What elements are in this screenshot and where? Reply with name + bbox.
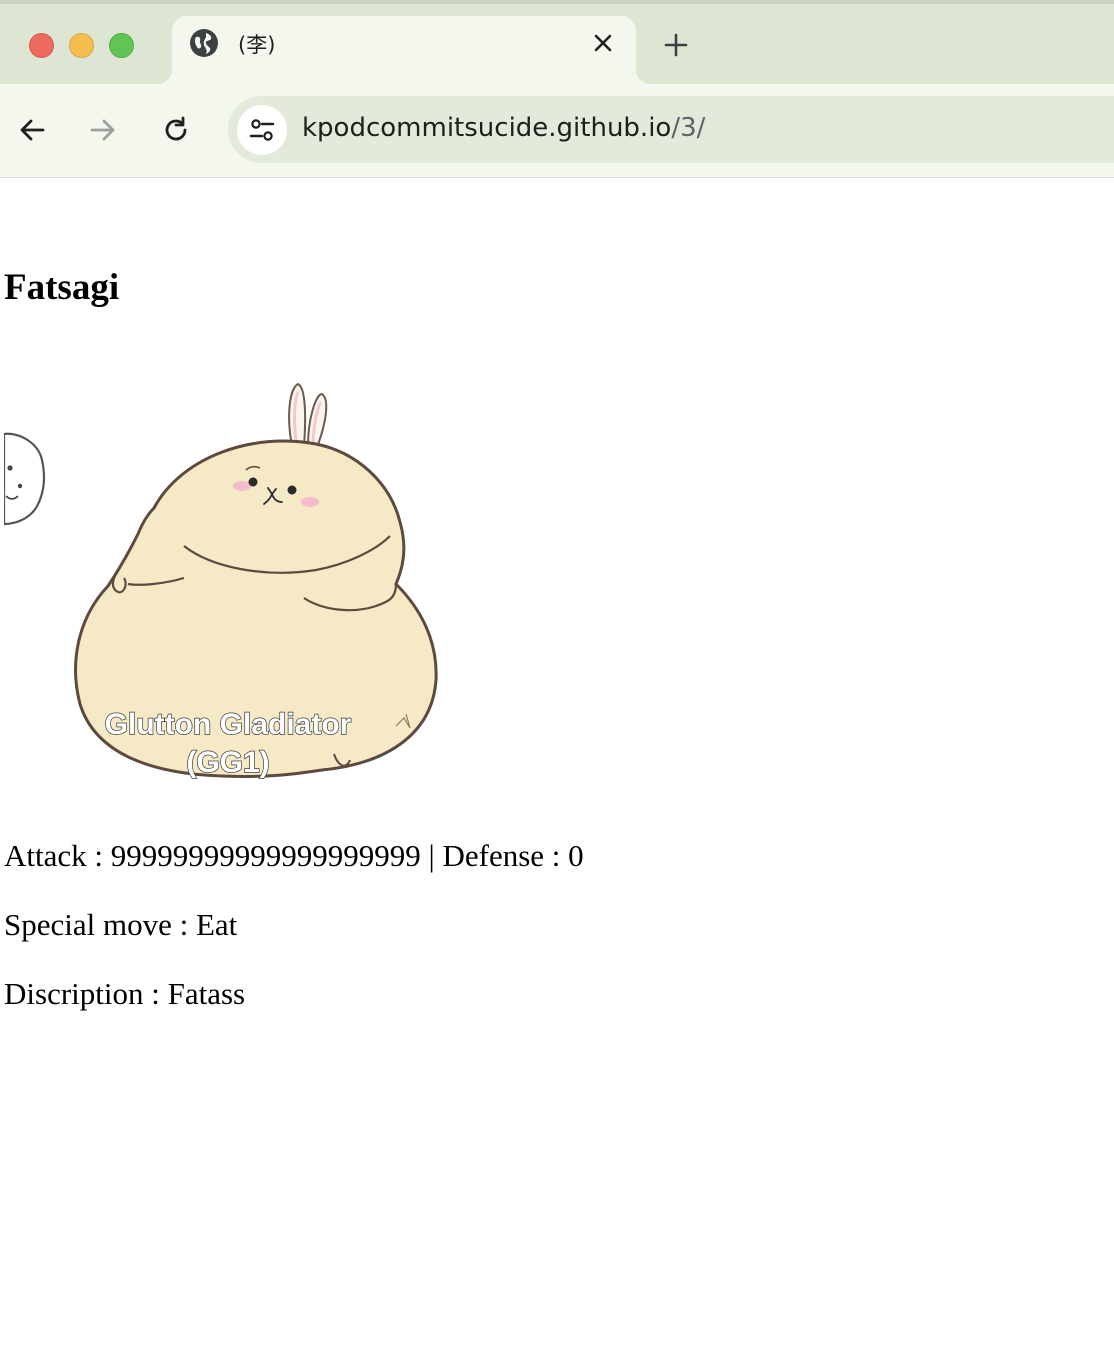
description-value: Fatass <box>167 976 246 1011</box>
description-label: Discription : <box>4 976 168 1011</box>
stats-separator: | <box>420 838 443 873</box>
zoom-window-button[interactable] <box>109 33 134 58</box>
description-line: Discription : Fatass <box>4 976 245 1012</box>
active-tab[interactable]: (李) <box>172 16 636 84</box>
special-move-label: Special move : <box>4 907 196 942</box>
attack-label: Attack : <box>4 838 111 873</box>
minimize-window-button[interactable] <box>69 33 94 58</box>
special-move-value: Eat <box>195 907 238 942</box>
attack-value: 99999999999999999999 <box>110 838 421 873</box>
special-move-line: Special move : Eat <box>4 907 237 943</box>
tab-strip: (李) <box>0 0 1114 84</box>
defense-value: 0 <box>568 838 584 873</box>
background-window-edge <box>0 0 1114 4</box>
back-arrow-icon[interactable] <box>14 112 50 148</box>
tab-title: (李) <box>238 33 276 57</box>
page-content: Fatsagi Glutton Gladiator (GG1) Attack:… <box>0 178 1114 1362</box>
image-caption-line-2: (GG1) <box>186 746 269 779</box>
url-path: /3/ <box>671 113 706 143</box>
browser-window-chrome: (李) kpodcommitsucide.github.io/3/ <box>0 0 1114 178</box>
new-tab-icon[interactable] <box>660 29 692 61</box>
globe-icon <box>189 28 219 58</box>
url-text: kpodcommitsucide.github.io/3/ <box>302 113 705 143</box>
defense-label: Defense : <box>442 838 569 873</box>
navigation-toolbar: kpodcommitsucide.github.io/3/ <box>0 84 1114 178</box>
site-settings-icon[interactable] <box>237 105 287 155</box>
side-creature-illustration <box>4 432 46 526</box>
close-tab-icon[interactable] <box>590 30 616 56</box>
close-window-button[interactable] <box>29 33 54 58</box>
address-bar[interactable]: kpodcommitsucide.github.io/3/ <box>228 96 1114 163</box>
image-caption-line-1: Glutton Gladiator <box>105 708 352 741</box>
character-image: Glutton Gladiator (GG1) <box>4 382 438 780</box>
stats-line: Attack : 99999999999999999999 | Defense … <box>4 838 584 874</box>
url-host: kpodcommitsucide.github.io <box>302 113 672 143</box>
forward-arrow-icon[interactable] <box>85 112 121 148</box>
page-title: Fatsagi <box>4 267 120 308</box>
reload-icon[interactable] <box>158 112 194 148</box>
